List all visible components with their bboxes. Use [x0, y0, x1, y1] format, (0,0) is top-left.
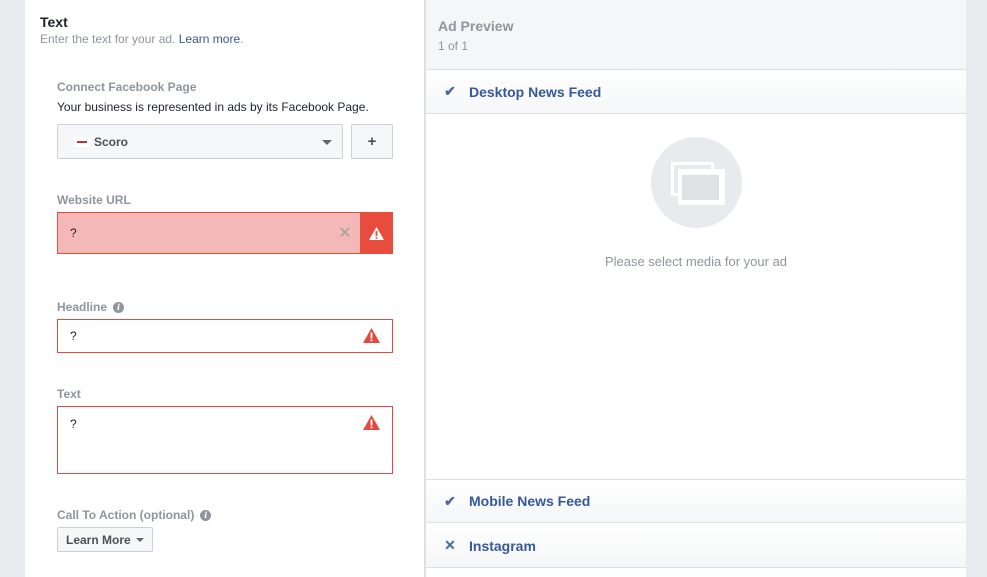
- placement-desktop-news-feed[interactable]: ✔ Desktop News Feed: [426, 70, 966, 114]
- media-placeholder-icon: [651, 137, 742, 228]
- clear-icon[interactable]: ✕: [330, 223, 360, 243]
- ad-preview-panel: Ad Preview 1 of 1 ✔ Desktop News Feed Pl…: [425, 0, 966, 577]
- section-title: Text: [40, 14, 68, 30]
- headline-label-text: Headline: [57, 300, 108, 314]
- ad-text-value[interactable]: ?: [70, 417, 77, 431]
- chevron-down-icon: [322, 140, 332, 145]
- placement-label: Mobile News Feed: [469, 493, 591, 509]
- empty-media-message: Please select media for your ad: [604, 254, 788, 269]
- preview-title: Ad Preview: [438, 18, 514, 34]
- ad-text-form: Text Enter the text for your ad. Learn m…: [25, 0, 425, 577]
- placement-label: Instagram: [469, 537, 536, 554]
- warning-icon: [363, 328, 380, 346]
- call-to-action-value: Learn More: [66, 532, 131, 547]
- page-thumbnail-icon: [74, 136, 90, 147]
- chevron-down-icon: [135, 537, 144, 542]
- selected-page-name: Scoro: [94, 134, 129, 149]
- connect-page-label-text: Connect Facebook Page: [57, 80, 197, 94]
- website-url-label: Website URL: [57, 193, 131, 207]
- period: .: [240, 32, 244, 46]
- connect-page-label: Connect Facebook Page: [57, 80, 196, 94]
- headline-label: Headline i: [57, 300, 125, 314]
- ad-text-textarea[interactable]: ?: [57, 406, 393, 474]
- placement-instagram[interactable]: ✕ Instagram: [426, 524, 966, 568]
- section-subtitle: Enter the text for your ad. Learn more.: [40, 32, 243, 46]
- connect-page-helper: Your business is represented in ads by i…: [57, 100, 369, 114]
- preview-count: 1 of 1: [438, 39, 469, 53]
- website-url-value[interactable]: ?: [58, 226, 330, 240]
- warning-icon: [360, 213, 392, 253]
- facebook-page-select[interactable]: Scoro: [57, 124, 343, 159]
- headline-input[interactable]: ?: [57, 319, 393, 353]
- website-url-label-text: Website URL: [57, 193, 131, 207]
- call-to-action-label: Call To Action (optional) i: [57, 508, 212, 522]
- placement-mobile-news-feed[interactable]: ✔ Mobile News Feed: [426, 479, 966, 523]
- text-label-text: Text: [57, 387, 81, 401]
- section-subtitle-text: Enter the text for your ad.: [40, 32, 176, 46]
- warning-icon: [363, 415, 380, 433]
- placement-label: Desktop News Feed: [469, 83, 602, 100]
- learn-more-link[interactable]: Learn more: [179, 32, 240, 46]
- checkmark-icon: ✔: [444, 83, 456, 99]
- x-icon: ✕: [444, 537, 456, 553]
- preview-header: Ad Preview 1 of 1: [426, 0, 966, 70]
- info-icon[interactable]: i: [113, 301, 125, 313]
- call-to-action-label-text: Call To Action (optional): [57, 508, 195, 522]
- checkmark-icon: ✔: [444, 492, 456, 509]
- info-icon[interactable]: i: [200, 509, 212, 521]
- add-page-button[interactable]: +: [351, 124, 393, 159]
- call-to-action-dropdown[interactable]: Learn More: [57, 527, 153, 552]
- text-label: Text: [57, 387, 81, 401]
- headline-value[interactable]: ?: [70, 329, 77, 343]
- website-url-input[interactable]: ? ✕: [57, 212, 393, 254]
